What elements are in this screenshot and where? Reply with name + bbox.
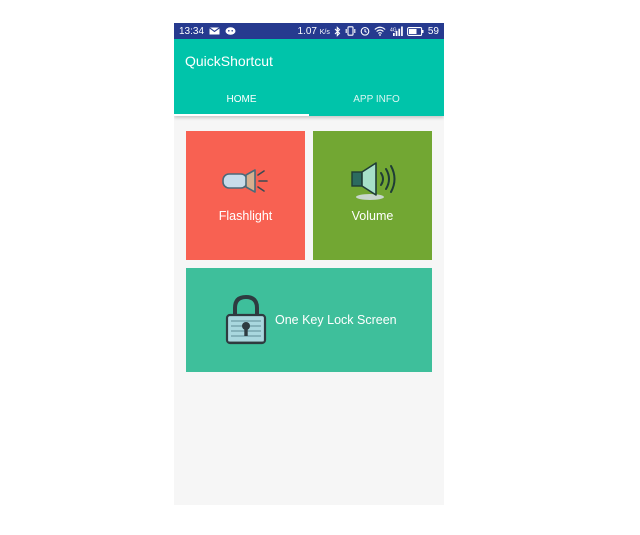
wifi-icon (374, 26, 386, 36)
svg-text:4G: 4G (390, 28, 397, 34)
status-time: 13:34 (179, 25, 205, 37)
app-bar: QuickShortcut HOME APP INFO (174, 39, 444, 116)
lock-icon (225, 294, 267, 345)
battery-icon (406, 26, 424, 36)
network-speed-unit: K/s (319, 28, 330, 36)
speaker-icon (350, 162, 395, 200)
chat-icon (225, 26, 236, 36)
status-bar: 13:34 1.07 K/s 4G 59 (174, 23, 444, 39)
mail-icon (209, 27, 220, 35)
flashlight-label: Flashlight (218, 209, 273, 223)
network-speed: 1.07 K/s (297, 25, 330, 37)
tab-home-label: HOME (226, 94, 257, 105)
flashlight-icon (221, 169, 268, 193)
phone-screen: 13:34 1.07 K/s 4G 59 QuickShortcut HOME … (174, 23, 444, 505)
signal-icon: 4G (390, 26, 403, 36)
tab-app-info-label: APP INFO (353, 94, 400, 105)
lock-screen-label: One Key Lock Screen (275, 313, 397, 327)
flashlight-tile[interactable]: Flashlight (186, 131, 305, 260)
tab-indicator (174, 114, 309, 116)
tab-bar: HOME APP INFO (174, 92, 444, 116)
bluetooth-icon (334, 25, 341, 37)
volume-label: Volume (351, 209, 394, 223)
tab-app-info[interactable]: APP INFO (309, 92, 444, 116)
volume-tile[interactable]: Volume (313, 131, 432, 260)
app-title: QuickShortcut (185, 53, 273, 69)
vibrate-icon (345, 26, 356, 36)
tab-home[interactable]: HOME (174, 92, 309, 116)
alarm-icon (360, 26, 370, 36)
lock-screen-tile[interactable]: One Key Lock Screen (186, 268, 432, 372)
battery-level: 59 (427, 25, 439, 37)
